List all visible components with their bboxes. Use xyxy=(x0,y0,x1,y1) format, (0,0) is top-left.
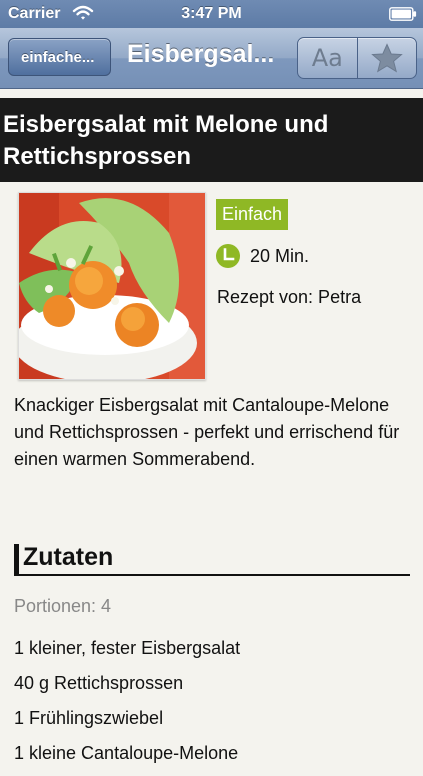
recipe-header: Eisbergsalat mit Melone und Rettichspros… xyxy=(0,98,423,182)
nav-title: Eisbergsal... xyxy=(127,40,275,68)
ingredients-section-heading: Zutaten xyxy=(14,542,410,576)
ingredients-heading: Zutaten xyxy=(23,543,114,571)
list-item: 1 kleiner, fester Eisbergsalat xyxy=(14,638,241,658)
text-size-icon: Aa xyxy=(311,44,343,72)
status-bar: Carrier 3:47 PM xyxy=(0,0,423,28)
recipe-title: Eisbergsalat mit Melone und Rettichspros… xyxy=(3,111,329,170)
list-item: 1 kleine Cantaloupe-Melone xyxy=(14,743,239,763)
recipe-photo xyxy=(18,192,206,380)
clock-label: 3:47 PM xyxy=(181,5,242,22)
clock-icon xyxy=(216,244,240,268)
battery-icon xyxy=(389,7,417,21)
ingredient-list: 1 kleiner, fester Eisbergsalat 40 g Rett… xyxy=(14,636,409,776)
list-item: 40 g Rettichsprossen xyxy=(14,673,184,693)
font-size-button[interactable]: Aa xyxy=(298,38,357,78)
recipe-description: Knackiger Eisbergsalat mit Cantaloupe-Me… xyxy=(14,395,400,469)
difficulty-badge: Einfach xyxy=(216,199,289,230)
star-icon xyxy=(370,43,403,73)
servings-label: Portionen: 4 xyxy=(14,596,112,616)
author-label: Rezept von: Petra xyxy=(217,287,362,307)
nav-action-group: Aa xyxy=(297,37,417,79)
favorite-button[interactable] xyxy=(356,38,417,78)
back-button-label: einfache... xyxy=(21,49,95,66)
back-button[interactable]: einfache... xyxy=(8,38,111,76)
navigation-bar: einfache... Eisbergsal... Aa xyxy=(0,28,423,89)
heading-accent-bar xyxy=(14,544,19,574)
duration-label: 20 Min. xyxy=(250,246,310,266)
list-item: 1 Frühlingszwiebel xyxy=(14,708,164,728)
